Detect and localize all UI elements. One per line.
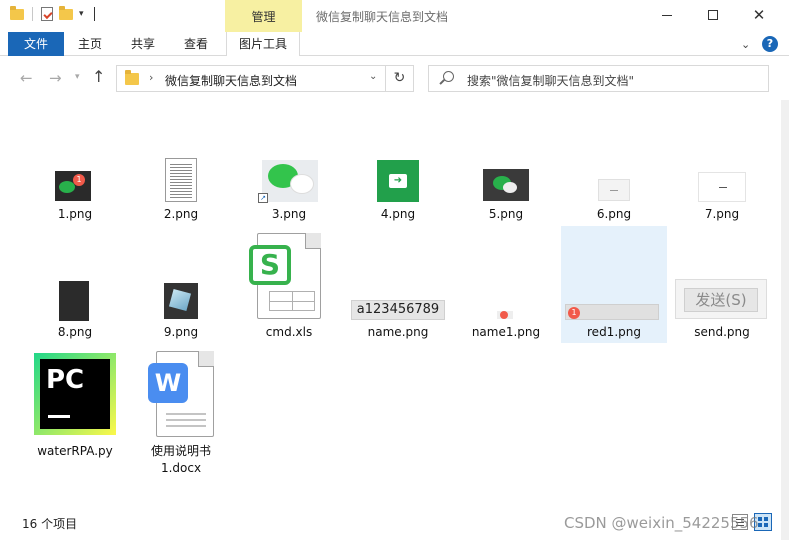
refresh-icon: ↻: [393, 70, 406, 86]
breadcrumb[interactable]: 微信复制聊天信息到文档: [165, 72, 297, 89]
breadcrumb-arrow-icon[interactable]: ›: [149, 71, 153, 84]
tab-share[interactable]: 共享: [116, 32, 170, 56]
ribbon-tabs: 文件 主页 共享 查看 图片工具 ⌄: [0, 32, 789, 56]
file-name: 5.png: [488, 207, 524, 221]
title-bar: ▾ 管理 微信复制聊天信息到文档 ✕: [0, 0, 789, 32]
spreadsheet-file-icon: S: [249, 233, 323, 319]
maximize-button[interactable]: [690, 0, 736, 30]
search-box[interactable]: 搜索"微信复制聊天信息到文档": [428, 65, 769, 92]
forward-arrow-icon[interactable]: →: [49, 69, 62, 87]
search-input[interactable]: 搜索"微信复制聊天信息到文档": [467, 72, 634, 89]
file-name: 7.png: [704, 207, 740, 221]
back-arrow-icon[interactable]: ←: [20, 69, 33, 87]
new-folder-icon[interactable]: [59, 5, 73, 20]
divider: [32, 7, 33, 21]
list-item[interactable]: 5.png: [453, 160, 559, 230]
file-name: waterRPA.py: [37, 444, 113, 458]
minimize-icon: [662, 14, 672, 16]
address-bar[interactable]: › 微信复制聊天信息到文档 ⌄: [116, 65, 386, 92]
file-name: 使用说明书: [150, 444, 211, 458]
file-thumbnail: 1: [55, 171, 91, 201]
watermark: CSDN @weixin_54225556: [564, 514, 759, 532]
close-icon: ✕: [752, 5, 766, 24]
list-item[interactable]: ↗ 3.png: [236, 160, 342, 230]
list-item[interactable]: 7.png: [669, 160, 775, 230]
file-list: 1 1.png 2.png ↗ 3.png ➜ 4.png 5.png 6.pn…: [8, 100, 781, 508]
unread-badge: 1: [568, 307, 580, 319]
file-name: 8.png: [57, 325, 93, 339]
file-thumbnail: [598, 179, 630, 201]
list-item[interactable]: 6.png: [561, 160, 667, 230]
chevron-down-icon[interactable]: ▾: [79, 9, 84, 19]
file-name: 1.png: [57, 207, 93, 221]
list-item[interactable]: 9.png: [128, 227, 234, 343]
file-thumbnail: [165, 158, 197, 202]
close-button[interactable]: ✕: [736, 0, 782, 30]
file-thumbnail: a123456789: [351, 300, 445, 320]
file-thumbnail: 发送(S): [675, 279, 767, 319]
list-item[interactable]: 1 1.png: [22, 160, 128, 230]
search-icon: [443, 71, 454, 82]
properties-icon[interactable]: [41, 7, 53, 21]
pycharm-icon: PC: [34, 353, 116, 435]
file-name: 4.png: [380, 207, 416, 221]
word-document-icon: W: [148, 351, 216, 437]
recent-locations-icon[interactable]: ▾: [75, 72, 80, 82]
navigation-bar: ← → ▾ ↑ › 微信复制聊天信息到文档 ⌄ ↻ 搜索"微信复制聊天信息到文档…: [8, 56, 781, 100]
tab-manage[interactable]: 管理: [225, 0, 302, 32]
file-name: 6.png: [596, 207, 632, 221]
file-name: red1.png: [587, 325, 641, 339]
divider: [93, 7, 95, 21]
file-name-line2: 1.docx: [160, 461, 202, 475]
tab-home[interactable]: 主页: [64, 32, 116, 56]
file-thumbnail: [698, 172, 746, 202]
file-thumbnail: [164, 283, 198, 319]
list-item[interactable]: 2.png: [128, 158, 234, 230]
refresh-button[interactable]: ↻: [386, 65, 414, 92]
file-thumbnail: [59, 281, 89, 321]
list-item[interactable]: name1.png: [453, 227, 559, 343]
background-window-edge: [781, 100, 789, 540]
file-thumbnail: [483, 169, 529, 201]
file-name: 2.png: [163, 207, 199, 221]
window-title: 微信复制聊天信息到文档: [316, 10, 449, 24]
file-thumbnail: 1: [565, 304, 659, 320]
folder-icon: [125, 70, 139, 85]
file-thumbnail: ➜: [377, 160, 419, 202]
quick-access-toolbar: ▾: [10, 5, 95, 21]
minimize-button[interactable]: [644, 0, 690, 30]
file-thumbnail: [497, 311, 513, 319]
list-item-selected[interactable]: 1 red1.png: [561, 226, 667, 343]
tab-view[interactable]: 查看: [170, 32, 222, 56]
file-name: 3.png: [271, 207, 307, 221]
list-item[interactable]: S cmd.xls: [236, 227, 342, 343]
item-count: 16 个项目: [22, 517, 78, 531]
list-item[interactable]: PC waterRPA.py: [22, 343, 128, 463]
file-name: 9.png: [163, 325, 199, 339]
up-arrow-icon[interactable]: ↑: [92, 67, 105, 86]
list-item[interactable]: W 使用说明书 1.docx: [128, 343, 234, 475]
list-item[interactable]: 发送(S) send.png: [669, 227, 775, 343]
folder-icon[interactable]: [10, 5, 24, 20]
list-item[interactable]: 8.png: [22, 227, 128, 343]
tab-picture-tools[interactable]: 图片工具: [226, 32, 300, 56]
tab-file[interactable]: 文件: [8, 32, 64, 56]
expand-ribbon-icon[interactable]: ⌄: [741, 38, 750, 51]
chevron-down-icon[interactable]: ⌄: [369, 71, 377, 82]
file-name: send.png: [694, 325, 750, 339]
help-icon[interactable]: ?: [762, 36, 778, 52]
file-name: name.png: [367, 325, 429, 339]
file-name: name1.png: [471, 325, 541, 339]
list-item[interactable]: a123456789 name.png: [345, 227, 451, 343]
list-item[interactable]: ➜ 4.png: [345, 160, 451, 230]
file-thumbnail: ↗: [258, 160, 318, 203]
file-name: cmd.xls: [265, 325, 313, 339]
maximize-icon: [708, 10, 718, 20]
